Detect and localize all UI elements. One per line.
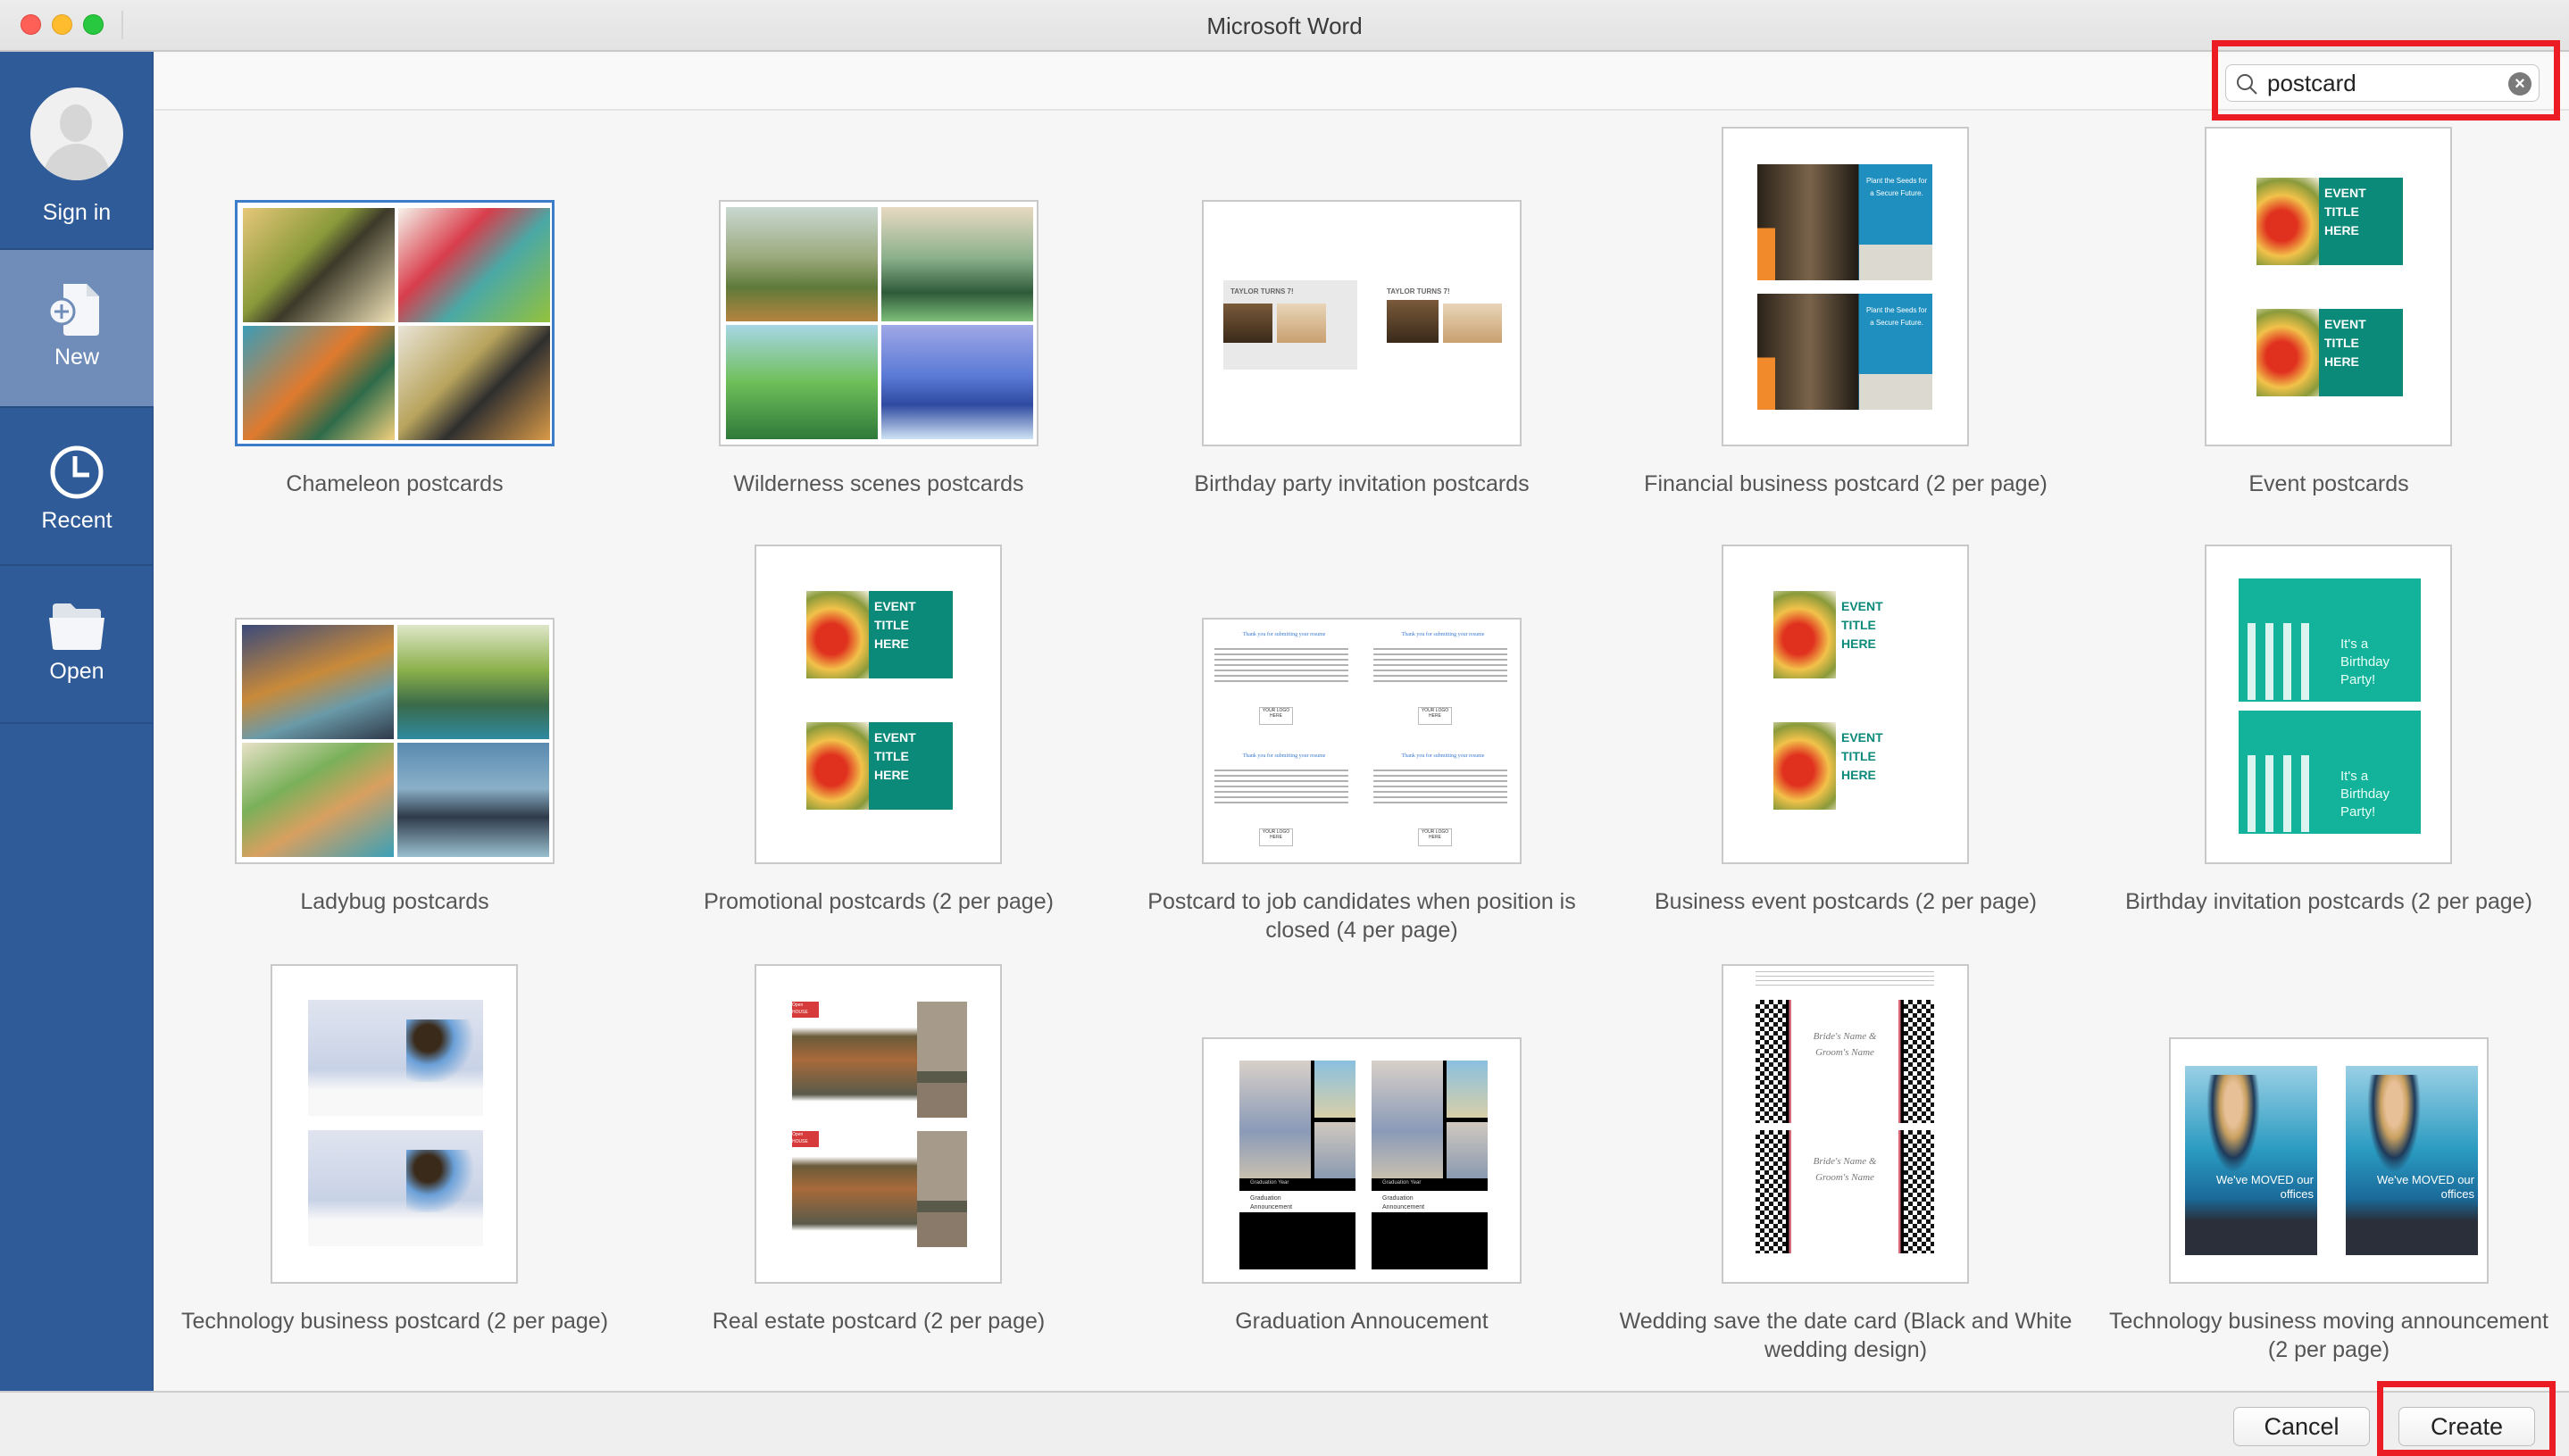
template-thumbnail-business-event: EVENT TITLE HERE EVENT TITLE HERE xyxy=(1722,545,1969,864)
template-card[interactable]: EVENT TITLE HERE EVENT TITLE HERE Busine… xyxy=(1614,545,2078,916)
thumb-text: EVENT TITLE HERE xyxy=(1841,730,1883,782)
sidebar-item-recent[interactable]: Recent xyxy=(0,408,154,566)
sidebar-item-label: Recent xyxy=(41,508,113,533)
thumb-text: Thank you for submitting your resume xyxy=(1242,753,1326,759)
search-input[interactable] xyxy=(2267,69,2490,97)
clock-icon xyxy=(50,445,104,499)
gallery-header xyxy=(154,54,2569,111)
thumb-text: Plant the Seeds for a Secure Future. xyxy=(1865,306,1928,327)
thumb-text: EVENT TITLE HERE xyxy=(874,599,916,651)
thumb-text: YOUR LOGO HERE xyxy=(1418,828,1452,846)
search-icon xyxy=(2237,74,2257,95)
template-thumbnail-technology xyxy=(271,964,518,1284)
thumb-text: Open HOUSE xyxy=(792,1131,819,1147)
template-thumbnail-real-estate: Open HOUSE Open HOUSE xyxy=(755,964,1002,1284)
thumb-text: YOUR LOGO HERE xyxy=(1418,707,1452,725)
thumb-text: EVENT TITLE HERE xyxy=(2324,186,2366,237)
sidebar-item-signin[interactable]: Sign in xyxy=(0,52,154,250)
template-card[interactable]: Technology business postcard (2 per page… xyxy=(163,964,627,1335)
template-thumbnail-birthday-party: TAYLOR TURNS 7! TAYLOR TURNS 7! xyxy=(1202,200,1522,446)
word-template-gallery-window: Microsoft Word Sign in New Recent Open p… xyxy=(0,0,2569,1456)
template-label: Birthday invitation postcards (2 per pag… xyxy=(2125,889,2532,914)
template-label: Wilderness scenes postcards xyxy=(733,471,1024,496)
template-thumbnail-wedding: Bride's Name & Groom's Name Bride's Name… xyxy=(1722,964,1969,1284)
template-thumbnail-promotional: EVENT TITLE HERE EVENT TITLE HERE xyxy=(755,545,1002,864)
template-card[interactable]: Ladybug postcards xyxy=(163,545,627,916)
template-label: Postcard to job candidates when position… xyxy=(1147,889,1576,943)
template-card[interactable]: EVENT TITLE HERE EVENT TITLE HERE Promot… xyxy=(646,545,1111,916)
thumb-text: YOUR LOGO HERE xyxy=(1259,707,1293,725)
thumb-text: Graduation Announcement xyxy=(1382,1195,1425,1211)
template-label: Birthday party invitation postcards xyxy=(1194,471,1530,496)
template-label: Graduation Annoucement xyxy=(1235,1309,1489,1334)
thumb-text: Graduation Year xyxy=(1250,1180,1289,1186)
template-thumbnail-wilderness xyxy=(719,200,1038,446)
thumb-text: It's a Birthday Party! xyxy=(2340,769,2390,820)
clear-search-icon[interactable]: × xyxy=(2508,72,2531,96)
sidebar-item-label: New xyxy=(54,345,99,370)
sidebar-item-open[interactable]: Open xyxy=(0,566,154,724)
template-thumbnail-financial: Plant the Seeds for a Secure Future. Pla… xyxy=(1722,127,1969,446)
template-card[interactable]: Thank you for submitting your resume YOU… xyxy=(1130,545,1594,944)
sidebar-item-label: Sign in xyxy=(42,200,112,225)
template-search-box[interactable]: × xyxy=(2225,64,2540,102)
thumb-text: Thank you for submitting your resume xyxy=(1242,632,1326,637)
template-label: Business event postcards (2 per page) xyxy=(1654,889,2037,914)
thumb-text: EVENT TITLE HERE xyxy=(2324,317,2366,369)
template-thumbnail-moving-announcement: We've MOVED our offices We've MOVED our … xyxy=(2169,1037,2489,1284)
template-card[interactable]: TAYLOR TURNS 7! TAYLOR TURNS 7! Birthday… xyxy=(1130,127,1594,498)
cancel-button[interactable]: Cancel xyxy=(2233,1407,2370,1446)
window-title: Microsoft Word xyxy=(1206,12,1363,39)
sidebar-item-label: Open xyxy=(49,659,104,684)
template-card[interactable]: We've MOVED our offices We've MOVED our … xyxy=(2097,964,2561,1364)
thumb-text: We've MOVED our offices xyxy=(2215,1173,2314,1201)
template-thumbnail-chameleon xyxy=(235,200,555,446)
template-card[interactable]: EVENT TITLE HERE EVENT TITLE HERE Event … xyxy=(2097,127,2561,498)
template-label: Real estate postcard (2 per page) xyxy=(712,1309,1046,1334)
template-thumbnail-event: EVENT TITLE HERE EVENT TITLE HERE xyxy=(2205,127,2452,446)
template-card[interactable]: Graduation Year Graduation Announcement … xyxy=(1130,964,1594,1335)
template-card[interactable]: It's a Birthday Party! It's a Birthday P… xyxy=(2097,545,2561,916)
template-card[interactable]: Open HOUSE Open HOUSE Real estate postca… xyxy=(646,964,1111,1335)
thumb-text: Open HOUSE xyxy=(792,1002,819,1018)
create-button[interactable]: Create xyxy=(2398,1407,2535,1446)
thumb-text: Bride's Name & Groom's Name xyxy=(1813,1156,1877,1183)
sidebar: Sign in New Recent Open xyxy=(0,52,154,1391)
thumb-text: TAYLOR TURNS 7! xyxy=(1387,287,1450,295)
user-avatar-icon xyxy=(30,87,123,180)
new-document-icon xyxy=(47,284,99,336)
template-thumbnail-graduation: Graduation Year Graduation Announcement … xyxy=(1202,1037,1522,1284)
thumb-text: TAYLOR TURNS 7! xyxy=(1230,287,1294,295)
thumb-text: EVENT TITLE HERE xyxy=(874,730,916,782)
thumb-text: EVENT TITLE HERE xyxy=(1841,599,1883,651)
template-label: Promotional postcards (2 per page) xyxy=(704,889,1054,914)
template-thumbnail-job-candidates: Thank you for submitting your resume YOU… xyxy=(1202,618,1522,864)
template-thumbnail-birthday-invitation: It's a Birthday Party! It's a Birthday P… xyxy=(2205,545,2452,864)
template-label: Technology business postcard (2 per page… xyxy=(180,1309,609,1334)
thumb-text: Graduation Year xyxy=(1382,1180,1422,1186)
template-card[interactable]: Bride's Name & Groom's Name Bride's Name… xyxy=(1614,964,2078,1364)
thumb-text: Thank you for submitting your resume xyxy=(1401,753,1485,759)
template-label: Ladybug postcards xyxy=(300,889,489,914)
thumb-text: Graduation Announcement xyxy=(1250,1195,1293,1211)
thumb-text: Plant the Seeds for a Secure Future. xyxy=(1865,177,1928,197)
thumb-text: YOUR LOGO HERE xyxy=(1259,828,1293,846)
template-label: Chameleon postcards xyxy=(286,471,504,496)
template-card[interactable]: Chameleon postcards xyxy=(163,127,627,498)
sidebar-item-new[interactable]: New xyxy=(0,250,154,408)
thumb-text: Bride's Name & Groom's Name xyxy=(1813,1031,1877,1058)
template-label: Wedding save the date card (Black and Wh… xyxy=(1619,1309,2073,1362)
template-card[interactable]: Plant the Seeds for a Secure Future. Pla… xyxy=(1614,127,2078,498)
dialog-footer xyxy=(0,1391,2569,1456)
thumb-text: It's a Birthday Party! xyxy=(2340,636,2390,687)
folder-icon xyxy=(49,603,104,650)
template-thumbnail-ladybug xyxy=(235,618,555,864)
template-label: Financial business postcard (2 per page) xyxy=(1644,471,2048,496)
template-label: Event postcards xyxy=(2248,471,2409,496)
template-card[interactable]: Wilderness scenes postcards xyxy=(646,127,1111,498)
title-bar: Microsoft Word xyxy=(0,0,2569,52)
template-label: Technology business moving announcement … xyxy=(2109,1309,2548,1362)
thumb-text: We've MOVED our offices xyxy=(2376,1173,2474,1201)
thumb-text: Thank you for submitting your resume xyxy=(1401,632,1485,637)
